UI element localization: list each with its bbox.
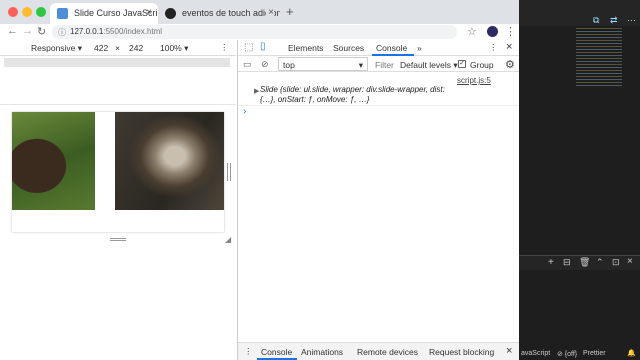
clear-console-icon[interactable]: ⊘ [261, 59, 269, 70]
favicon-icon [57, 8, 68, 19]
device-viewport [12, 112, 224, 232]
drawer-tab-animations[interactable]: Animations [301, 347, 343, 357]
more-options-icon[interactable]: ⋮ [220, 42, 229, 53]
bear-image [12, 112, 95, 210]
info-icon: ⓘ [58, 28, 66, 37]
log-line-1: Slide {slide: ul.slide, wrapper: div.sli… [260, 85, 445, 94]
close-window-button[interactable] [8, 7, 18, 17]
maximize-window-button[interactable] [36, 7, 46, 17]
media-query-bar[interactable] [4, 58, 230, 67]
console-settings-icon[interactable]: ⚙ [505, 58, 515, 71]
url-host: 127.0.0.1 [70, 27, 104, 36]
prettier-status[interactable]: Prettier [583, 350, 606, 357]
inspect-element-icon[interactable]: ⬚ [244, 42, 253, 53]
editor-more-icon[interactable]: ⋯ [627, 15, 636, 26]
group-checkbox[interactable]: ✓ [458, 60, 466, 68]
context-label: top [283, 60, 295, 70]
profile-avatar[interactable] [487, 26, 498, 37]
source-link[interactable]: script.js:5 [457, 76, 491, 85]
times-sign: × [115, 43, 120, 53]
close-drawer-icon[interactable]: × [506, 345, 512, 357]
devtools-drawer: ⋮ Console Animations Remote devices Requ… [238, 342, 520, 360]
bookmark-star-icon[interactable]: ☆ [467, 25, 477, 38]
editor-tab-bar: ⧉ ⇄ ⋯ [519, 0, 640, 26]
browser-tab-active[interactable]: Slide Curso JavaScript × [50, 3, 158, 24]
compare-icon[interactable]: ⇄ [610, 15, 618, 26]
url-input[interactable]: ⓘ 127.0.0.1:5500/index.html [52, 25, 457, 39]
notifications-icon[interactable]: 🔔 [627, 349, 636, 357]
devtools-tabbar: ⬚ ▯ Elements Sources Console » ⋮ × [238, 40, 520, 56]
tab-sources[interactable]: Sources [333, 43, 364, 53]
toggle-panel-icon[interactable]: ⊡ [612, 257, 620, 268]
drawer-tab-remote-devices[interactable]: Remote devices [357, 347, 418, 357]
url-path: :5500/index.html [103, 27, 163, 36]
drawer-tab-console[interactable]: Console [261, 347, 292, 357]
address-bar: ← → ↻ ⓘ 127.0.0.1:5500/index.html ☆ ⋮ [0, 24, 519, 40]
console-toolbar: ▭ ⊘ top ▾ Filter Default levels ▾ ✓ Grou… [238, 57, 520, 72]
devtools-menu-icon[interactable]: ⋮ [489, 42, 498, 53]
browser-tab[interactable]: eventos de touch adicionados... × [158, 3, 280, 24]
split-editor-icon[interactable]: ⧉ [593, 15, 599, 26]
tab-console[interactable]: Console [376, 43, 407, 53]
tab-console-underline [372, 54, 414, 56]
group-label: Group [470, 60, 494, 70]
horizontal-resize-handle[interactable] [110, 238, 126, 241]
trash-icon[interactable]: 🗑 [579, 257, 590, 268]
expand-arrow-icon[interactable]: ▶ [254, 87, 259, 95]
minimap[interactable] [576, 28, 622, 88]
filter-input[interactable]: Filter [375, 60, 394, 70]
device-mode-select[interactable]: Responsive ▾ [31, 43, 82, 54]
tab-bar: Slide Curso JavaScript × eventos de touc… [0, 0, 519, 24]
zoom-select[interactable]: 100% ▾ [160, 43, 188, 54]
minimize-window-button[interactable] [22, 7, 32, 17]
github-icon [165, 8, 176, 19]
device-toolbar: Responsive ▾ 422 × 242 100% ▾ ⋮ [0, 40, 236, 56]
sidebar-toggle-icon[interactable]: ▭ [243, 59, 252, 70]
ruler-divider [0, 104, 236, 105]
log-line-2: {…}, onStart: ƒ, onMove: ƒ, …} [260, 95, 370, 104]
code-editor: ⧉ ⇄ ⋯ + ⊟ 🗑 ⌃ ⊡ × avaScript ⊘ {off} Pret… [519, 0, 640, 360]
close-tab-icon[interactable]: × [266, 7, 274, 18]
device-toggle-icon[interactable]: ▯ [260, 41, 266, 52]
language-mode[interactable]: avaScript [521, 350, 550, 357]
add-terminal-icon[interactable]: + [548, 257, 554, 268]
log-divider [238, 105, 520, 106]
viewport-height-input[interactable]: 242 [129, 43, 143, 53]
reload-icon[interactable]: ↻ [37, 25, 46, 38]
more-tabs-button[interactable]: » [417, 43, 422, 53]
menu-icon[interactable]: ⋮ [505, 25, 516, 38]
log-levels-select[interactable]: Default levels ▾ [400, 60, 458, 71]
status-bar: avaScript ⊘ {off} Prettier 🔔 [519, 348, 640, 360]
vertical-resize-handle[interactable] [227, 163, 231, 181]
back-icon[interactable]: ← [7, 25, 18, 37]
wolf-image [115, 112, 224, 210]
console-prompt[interactable]: › [243, 106, 246, 117]
panel-toolbar: + ⊟ 🗑 ⌃ ⊡ × [519, 255, 640, 270]
tab-elements[interactable]: Elements [288, 43, 323, 53]
new-tab-button[interactable]: + [286, 4, 294, 19]
browser-window: Slide Curso JavaScript × eventos de touc… [0, 0, 520, 360]
drawer-menu-icon[interactable]: ⋮ [244, 346, 253, 357]
forward-icon[interactable]: → [22, 25, 33, 37]
devtools-panel: ⬚ ▯ Elements Sources Console » ⋮ × ▭ ⊘ t… [237, 40, 520, 360]
split-terminal-icon[interactable]: ⊟ [563, 257, 571, 268]
chevron-down-icon: ▾ [358, 60, 363, 70]
context-select[interactable]: top ▾ [278, 57, 368, 71]
close-devtools-icon[interactable]: × [506, 41, 512, 53]
viewport-width-input[interactable]: 422 [94, 43, 108, 53]
close-tab-icon[interactable]: × [146, 7, 152, 18]
off-indicator[interactable]: ⊘ {off} [557, 350, 577, 358]
maximize-panel-icon[interactable]: ⌃ [596, 257, 604, 268]
drawer-tab-request-blocking[interactable]: Request blocking [429, 347, 494, 357]
corner-resize-icon[interactable]: ◢ [225, 235, 231, 244]
close-panel-icon[interactable]: × [627, 256, 633, 267]
